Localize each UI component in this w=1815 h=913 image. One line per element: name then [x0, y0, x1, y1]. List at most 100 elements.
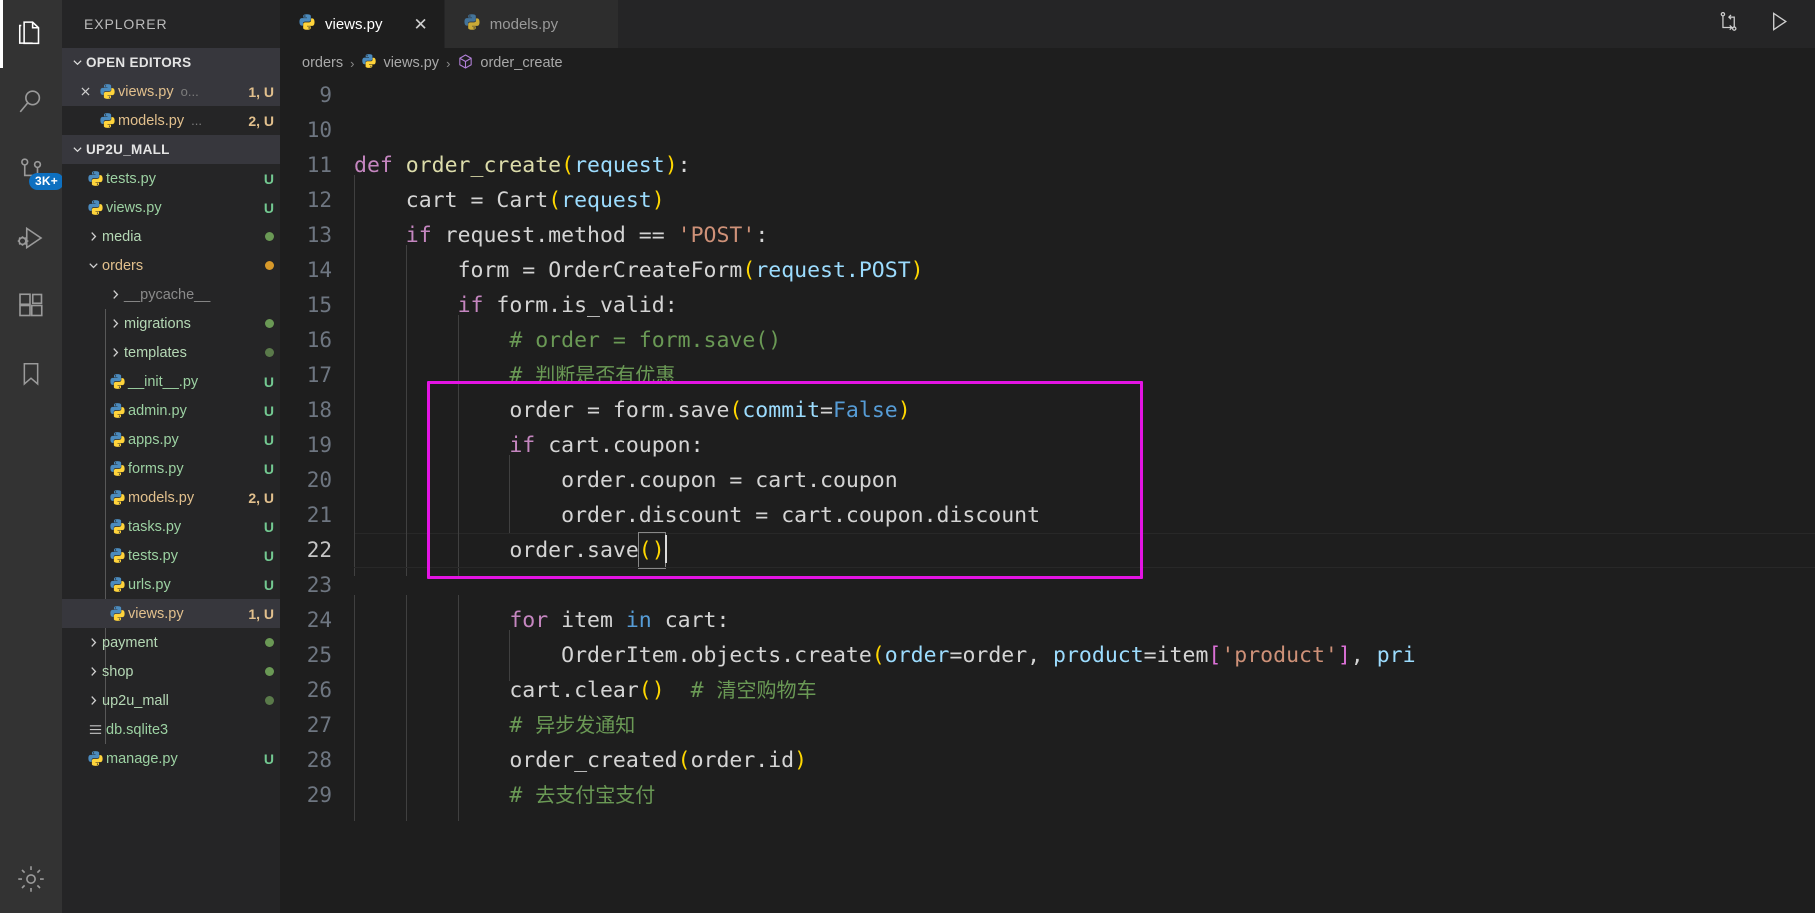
code-token: )	[664, 153, 678, 178]
indent-guide	[354, 350, 406, 401]
activity-run-debug[interactable]	[0, 204, 62, 272]
activity-source-control[interactable]: 3K+	[0, 136, 64, 204]
line-number: 14	[306, 258, 332, 282]
code-token: =	[820, 398, 833, 423]
activity-manage-settings[interactable]	[0, 845, 62, 913]
indent-guide	[354, 175, 406, 226]
line-number: 22	[306, 538, 332, 562]
folder-status-dot	[265, 319, 274, 328]
python-icon	[106, 489, 128, 506]
code-content: 9 10 11 def order_create(request): 12 cart =…	[280, 78, 1815, 821]
code-token: =	[1143, 643, 1157, 668]
activity-bookmarks[interactable]	[0, 340, 62, 408]
indent-guide	[405, 385, 458, 436]
tree-item-apps-py[interactable]: apps.py U	[62, 425, 280, 454]
tree-item-tests-py[interactable]: tests.py U	[62, 541, 280, 570]
activity-extensions[interactable]	[0, 272, 62, 340]
section-workspace[interactable]: UP2U_MALL	[62, 135, 280, 164]
indent-guide	[405, 735, 458, 786]
tab-views-py[interactable]: views.py ✕	[280, 0, 445, 48]
chevron-right-icon	[84, 694, 102, 707]
tree-item-views-py[interactable]: views.py U	[62, 193, 280, 222]
open-editor-models-py[interactable]: models.py ... 2, U	[62, 106, 280, 135]
bookmark-icon	[17, 360, 45, 388]
tree-item-shop[interactable]: shop	[62, 657, 280, 686]
tree-item-templates[interactable]: templates	[62, 338, 280, 367]
code-text: # 异步发通知	[354, 700, 635, 751]
indent-guide	[354, 280, 406, 331]
tree-item-up2u-mall[interactable]: up2u_mall	[62, 686, 280, 715]
tree-item-label: shop	[102, 663, 134, 680]
tree-item-payment[interactable]: payment	[62, 628, 280, 657]
tree-item--init-py[interactable]: __init__.py U	[62, 367, 280, 396]
chevron-down-icon	[68, 56, 86, 69]
tree-item-tasks-py[interactable]: tasks.py U	[62, 512, 280, 541]
tree-item-views-py[interactable]: views.py 1, U	[62, 599, 280, 628]
code-token: (	[548, 188, 562, 213]
tree-item-admin-py[interactable]: admin.py U	[62, 396, 280, 425]
activity-search[interactable]	[0, 68, 62, 136]
tree-item-status: U	[263, 750, 274, 767]
tree-item-orders[interactable]: orders	[62, 251, 280, 280]
code-token: OrderCreateForm	[548, 258, 743, 283]
breadcrumb-item-views-py[interactable]: views.py	[361, 53, 439, 73]
python-icon	[106, 518, 128, 535]
code-token: for	[509, 608, 562, 633]
tree-item-media[interactable]: media	[62, 222, 280, 251]
indent-guide	[354, 245, 406, 296]
code-token: 清空购物车	[716, 678, 817, 702]
indent-guide	[405, 350, 458, 401]
code-token: if	[405, 223, 445, 248]
breadcrumb-item-orders[interactable]: orders	[302, 55, 343, 71]
open-editor-views-py[interactable]: views.py o... 1, U	[62, 77, 280, 106]
code-token: order	[884, 643, 950, 668]
code-token: request.method	[444, 223, 639, 248]
folder-status-dot	[265, 696, 274, 705]
code-text: for item in cart:	[354, 595, 729, 646]
tree-item-urls-py[interactable]: urls.py U	[62, 570, 280, 599]
tree-item-status: U	[263, 547, 274, 564]
python-icon	[106, 431, 128, 448]
code-token: cart.coupon	[548, 433, 691, 458]
source-control-badge: 3K+	[29, 173, 64, 190]
code-line-18: 18 order = form.save(commit=False)	[280, 385, 1815, 436]
tree-item-status: U	[263, 170, 274, 187]
tree-item-models-py[interactable]: models.py 2, U	[62, 483, 280, 512]
tree-item-migrations[interactable]: migrations	[62, 309, 280, 338]
code-token: Cart	[496, 188, 549, 213]
tab-models-py[interactable]: models.py	[444, 0, 620, 48]
activity-explorer[interactable]	[0, 0, 62, 68]
code-line-29: 29 # 去支付宝支付	[280, 770, 1815, 821]
run-python-file-icon[interactable]	[1766, 9, 1791, 39]
code-token: 'POST'	[677, 223, 756, 248]
tree-item--pycache-[interactable]: __pycache__	[62, 280, 280, 309]
chevron-down-icon	[68, 143, 86, 156]
line-number: 24	[306, 608, 332, 632]
breadcrumb-item-order-create[interactable]: order_create	[457, 53, 563, 74]
chevron-right-icon	[84, 636, 102, 649]
indent-guide	[405, 420, 458, 471]
tree-item-tests-py[interactable]: tests.py U	[62, 164, 280, 193]
python-icon	[361, 53, 377, 73]
code-line-15: 15 if form.is_valid:	[280, 280, 1815, 331]
tree-item-db-sqlite3[interactable]: db.sqlite3	[62, 715, 280, 744]
python-icon	[106, 547, 128, 564]
tree-item-forms-py[interactable]: forms.py U	[62, 454, 280, 483]
code-token: form.is_valid	[496, 293, 665, 318]
indent-guide	[457, 385, 510, 436]
indent-guide	[405, 245, 458, 296]
folder-status-dot	[265, 261, 274, 270]
section-open-editors[interactable]: OPEN EDITORS	[62, 48, 280, 77]
tree-item-status: U	[263, 576, 274, 593]
split-compare-icon[interactable]	[1717, 10, 1740, 38]
indent-guide	[405, 700, 458, 751]
code-token: cart	[664, 608, 717, 633]
tree-item-manage-py[interactable]: manage.py U	[62, 744, 280, 773]
close-icon[interactable]	[74, 85, 96, 98]
code-editor[interactable]: 9 10 11 def order_create(request): 12 cart =…	[280, 78, 1815, 913]
indent-guide	[457, 770, 510, 821]
code-text: cart = Cart(request)	[354, 175, 665, 226]
code-token: =	[522, 258, 549, 283]
close-icon[interactable]: ✕	[414, 16, 428, 33]
indent-guide	[405, 595, 458, 646]
